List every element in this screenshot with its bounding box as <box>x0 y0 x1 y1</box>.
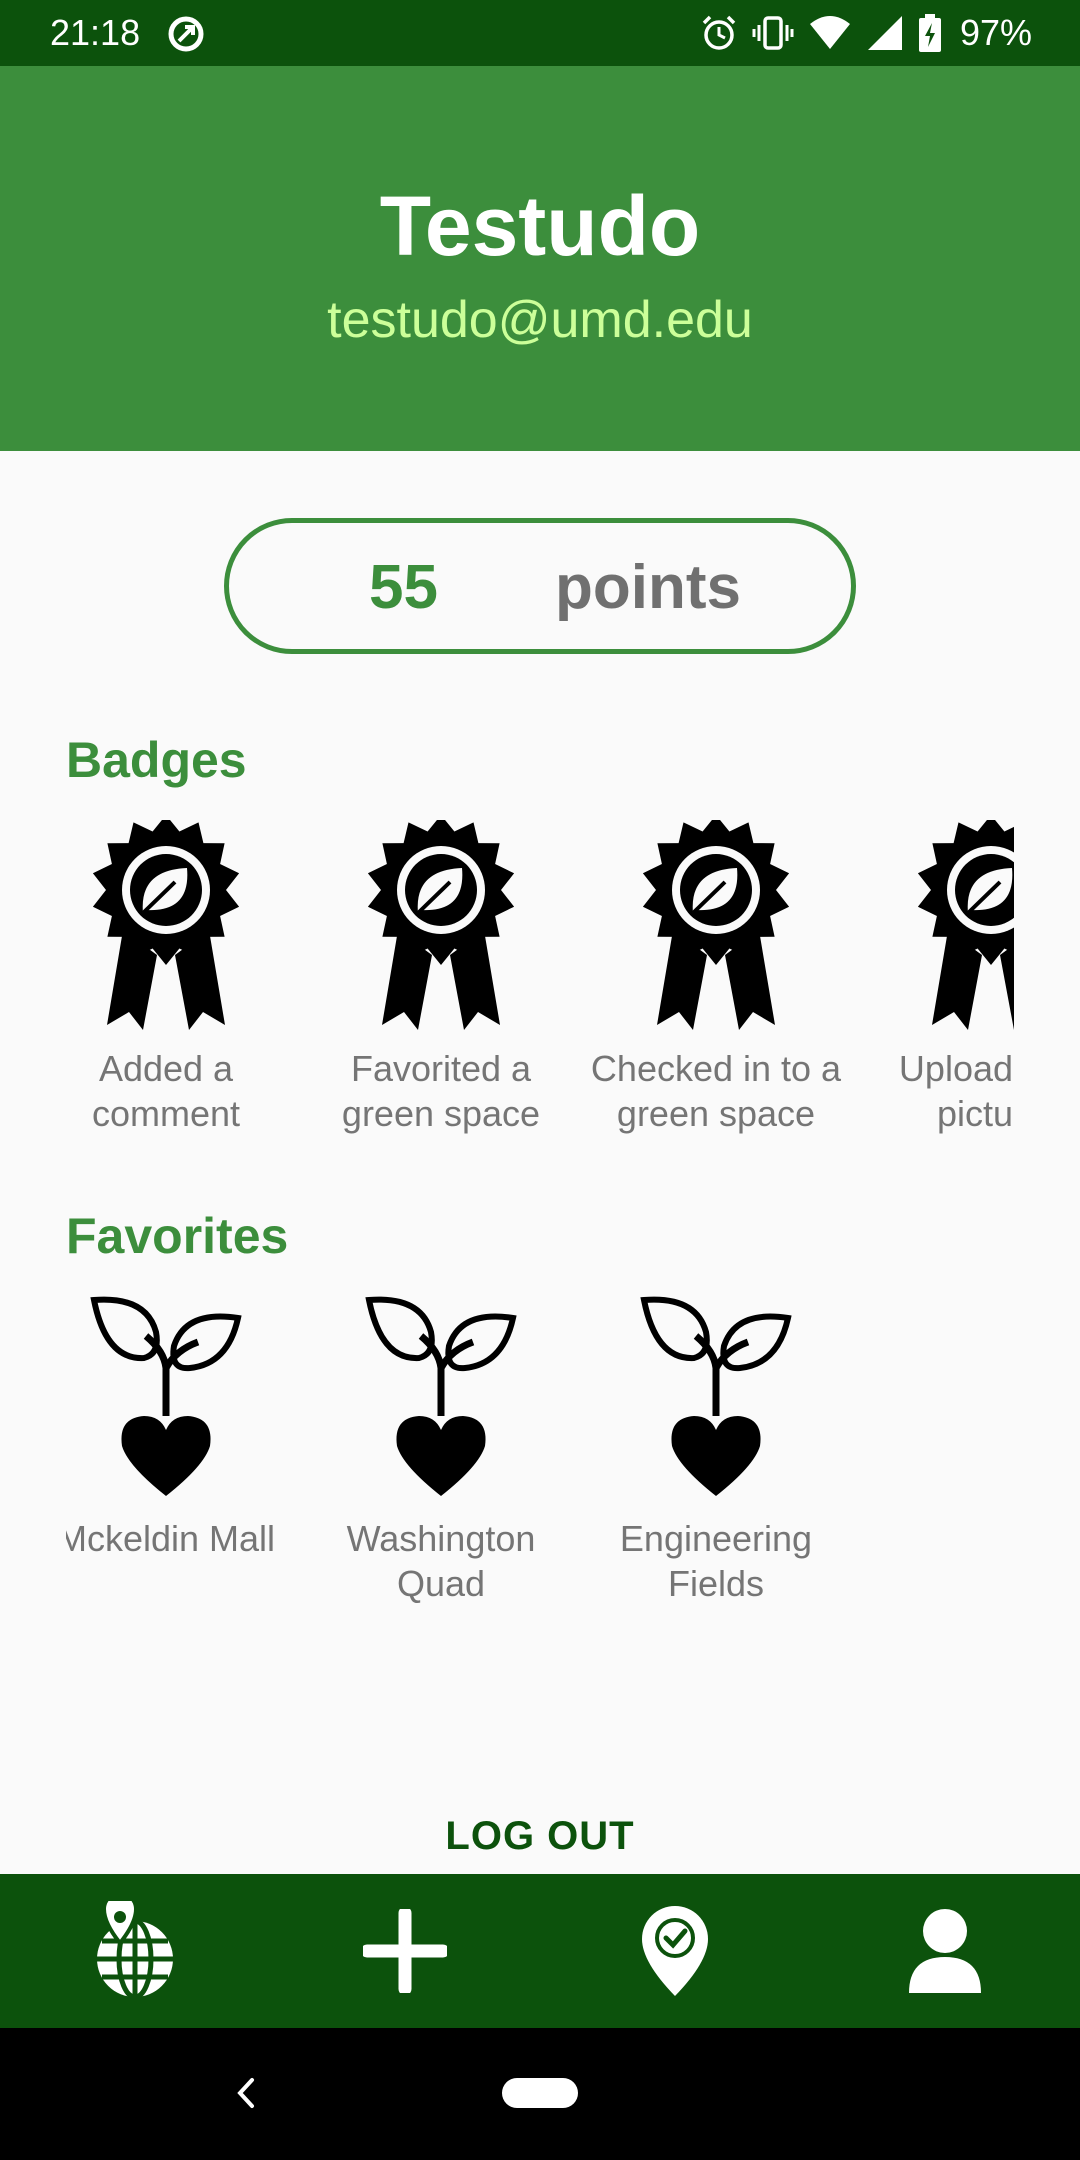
favorite-item[interactable]: Mckeldin Mall <box>66 1296 306 1561</box>
nav-profile-button[interactable] <box>810 1874 1080 2028</box>
logout-button[interactable]: LOG OUT <box>340 1796 740 1876</box>
points-value: 55 <box>369 553 438 622</box>
badge-item[interactable]: Favorited a green space <box>301 820 581 1136</box>
badge-label-line1: Added a <box>98 1048 234 1089</box>
back-arrow-icon[interactable] <box>222 2068 272 2118</box>
badge-label-line1: Uploaded a <box>898 1048 1014 1089</box>
badge-label-line1: Checked in to a <box>590 1048 842 1089</box>
award-leaf-icon <box>92 820 240 1030</box>
user-email: testudo@umd.edu <box>327 291 753 349</box>
nav-add-button[interactable] <box>270 1874 540 2028</box>
status-time: 21:18 <box>50 12 141 53</box>
badges-row[interactable]: Added a comment Favorited a green space Chec… <box>66 820 1014 1140</box>
points-box: 55 points <box>224 518 856 654</box>
data-saver-icon <box>168 16 204 52</box>
award-leaf-icon <box>917 820 1014 1030</box>
plus-icon <box>363 1909 447 1993</box>
badge-label-line1: Favorited a <box>350 1048 532 1089</box>
cell-signal-icon <box>867 16 902 50</box>
sprout-heart-icon <box>365 1296 517 1496</box>
favorite-item[interactable]: Engineering Fields <box>576 1296 856 1606</box>
nav-check-in-button[interactable] <box>540 1874 810 2028</box>
status-bar: 21:18 97% <box>0 0 1080 66</box>
system-nav-bar <box>0 2028 1080 2160</box>
favorite-label-line2: Fields <box>667 1563 765 1604</box>
badge-item[interactable]: Uploaded apicture <box>851 820 1014 1136</box>
favorite-label-line1: Washington <box>346 1518 536 1559</box>
location-check-icon <box>642 1906 708 1996</box>
badge-item[interactable]: Checked in to a green space <box>576 820 856 1136</box>
favorites-row[interactable]: Mckeldin Mall Washington Quad Engineering Fi… <box>66 1296 1014 1626</box>
battery-percent: 97% <box>959 12 1032 53</box>
favorite-label-line1: Engineering <box>619 1518 813 1559</box>
vibrate-icon <box>752 16 794 50</box>
award-leaf-icon <box>642 820 790 1030</box>
person-icon <box>909 1909 981 1993</box>
wifi-icon <box>809 16 850 49</box>
badge-label-line2: green space <box>341 1093 541 1134</box>
badge-item[interactable]: Added a comment <box>66 820 306 1136</box>
profile-header: Testudo testudo@umd.edu <box>0 66 1080 451</box>
globe-pin-icon <box>97 1901 173 2000</box>
favorite-label-line2: Quad <box>396 1563 486 1604</box>
nav-map-button[interactable] <box>0 1874 270 2028</box>
favorites-title: Favorites <box>66 1208 289 1264</box>
award-leaf-icon <box>367 820 515 1030</box>
bottom-nav <box>0 1874 1080 2028</box>
badge-label-line2: picture <box>936 1093 1014 1134</box>
favorite-label-line1: Mckeldin Mall <box>66 1518 276 1559</box>
user-name: Testudo <box>379 179 701 273</box>
battery-charging-icon <box>918 14 941 52</box>
home-button[interactable] <box>502 2078 578 2108</box>
points-label: points <box>555 553 741 622</box>
sprout-heart-icon <box>640 1296 792 1496</box>
badge-label-line2: comment <box>91 1093 241 1134</box>
badges-title: Badges <box>66 732 247 788</box>
sprout-heart-icon <box>90 1296 242 1496</box>
alarm-icon <box>702 15 736 50</box>
badge-label-line2: green space <box>616 1093 816 1134</box>
favorite-item[interactable]: Washington Quad <box>301 1296 581 1606</box>
